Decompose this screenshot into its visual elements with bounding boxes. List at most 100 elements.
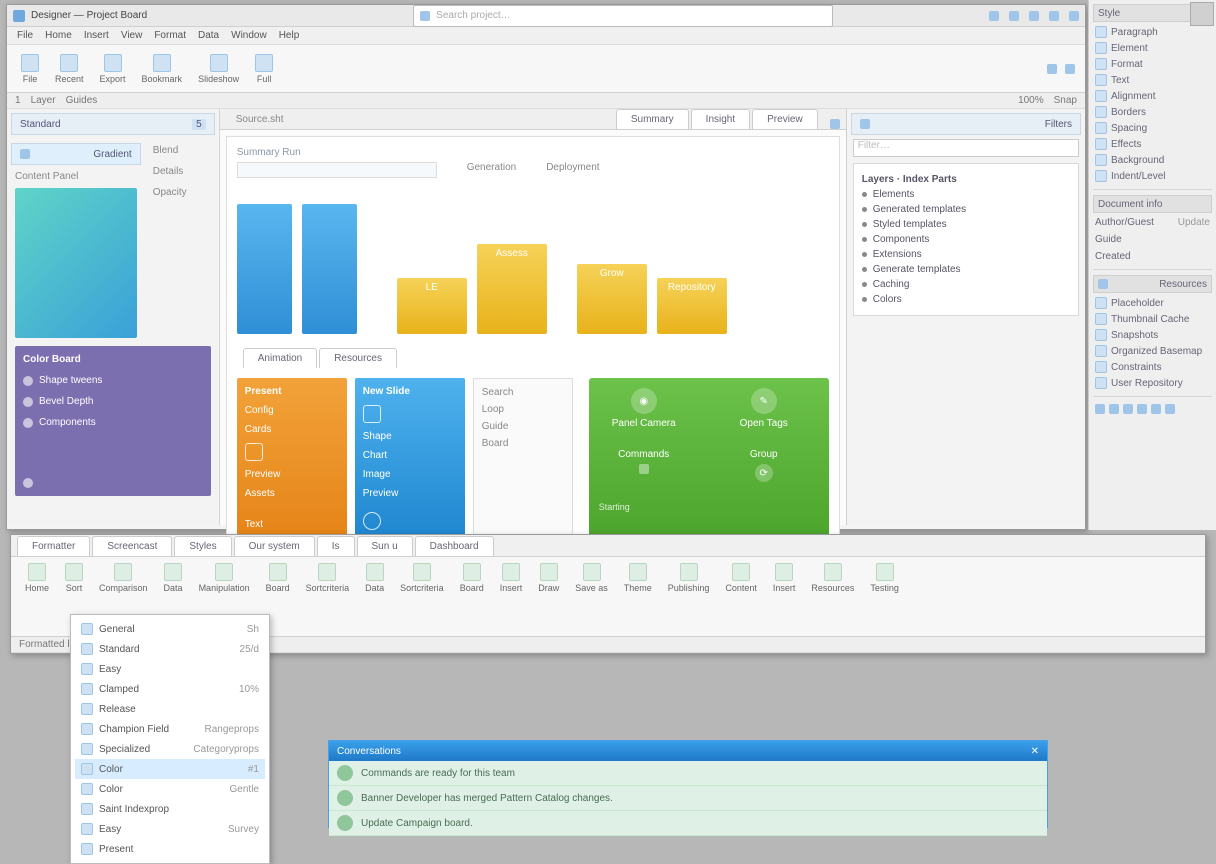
- prop-header-doc[interactable]: Document info: [1093, 195, 1212, 213]
- prop-header-res[interactable]: Resources: [1093, 275, 1212, 293]
- bottom-ribbon-item[interactable]: Data: [361, 561, 388, 595]
- bottom-ribbon-item[interactable]: Sortcriteria: [302, 561, 354, 595]
- prop-res-item[interactable]: Constraints: [1093, 359, 1212, 375]
- tab-summary[interactable]: Summary: [616, 109, 689, 129]
- prop-tool-icon[interactable]: [1095, 404, 1105, 414]
- tree-item[interactable]: Elements: [862, 187, 1070, 202]
- menu-item[interactable]: Champion FieldRangeprops: [75, 719, 265, 739]
- menu-item[interactable]: Clamped10%: [75, 679, 265, 699]
- tree-item[interactable]: Colors: [862, 292, 1070, 307]
- or-item-1[interactable]: Cards: [245, 424, 339, 435]
- gradient-swatch[interactable]: [15, 188, 137, 338]
- globe-icon[interactable]: [1009, 11, 1019, 21]
- bar-1[interactable]: [302, 204, 357, 334]
- ribbon-recent[interactable]: Recent: [51, 52, 88, 86]
- bottom-ribbon-item[interactable]: Sort: [61, 561, 87, 595]
- bt-tab[interactable]: Styles: [174, 536, 231, 556]
- tree-item[interactable]: Caching: [862, 277, 1070, 292]
- prop-tool-icon[interactable]: [1109, 404, 1119, 414]
- bt-tab[interactable]: Formatter: [17, 536, 90, 556]
- bottom-ribbon-item[interactable]: Sortcriteria: [396, 561, 448, 595]
- menu-home[interactable]: Home: [45, 30, 72, 41]
- grey-3[interactable]: Board: [482, 438, 564, 449]
- gc-1[interactable]: ✎Open Tags: [719, 388, 809, 429]
- bottom-ribbon-item[interactable]: Insert: [496, 561, 527, 595]
- tree-item[interactable]: Extensions: [862, 247, 1070, 262]
- maximize-icon[interactable]: [1069, 11, 1079, 21]
- tab-preview[interactable]: Preview: [752, 109, 818, 129]
- bottom-ribbon-item[interactable]: Content: [721, 561, 761, 595]
- more-icon[interactable]: [23, 478, 33, 488]
- bottom-ribbon-item[interactable]: Board: [262, 561, 294, 595]
- tab-add-icon[interactable]: [830, 119, 840, 129]
- gc-2[interactable]: Commands: [599, 449, 689, 482]
- bt-tab[interactable]: Our system: [234, 536, 315, 556]
- or-item-2[interactable]: Preview: [245, 469, 339, 480]
- purple-row-0[interactable]: Shape tweens: [23, 375, 203, 386]
- prop-item[interactable]: Background: [1093, 152, 1212, 168]
- chat-message[interactable]: Update Campaign board.: [329, 811, 1047, 836]
- purple-row-1[interactable]: Bevel Depth: [23, 396, 203, 407]
- bottom-ribbon-item[interactable]: Publishing: [664, 561, 714, 595]
- menu-data[interactable]: Data: [198, 30, 219, 41]
- or-item-0[interactable]: Config: [245, 405, 339, 416]
- grey-1[interactable]: Loop: [482, 404, 564, 415]
- bottom-ribbon-item[interactable]: Comparison: [95, 561, 152, 595]
- chat-message[interactable]: Commands are ready for this team: [329, 761, 1047, 786]
- menu-item[interactable]: Release: [75, 699, 265, 719]
- or-item-4[interactable]: Text: [245, 519, 339, 530]
- bottom-ribbon-item[interactable]: Testing: [866, 561, 903, 595]
- bl-item-1[interactable]: Chart: [363, 450, 457, 461]
- tab-insight[interactable]: Insight: [691, 109, 750, 129]
- bt-tab[interactable]: Is: [317, 536, 355, 556]
- mini-details[interactable]: Details: [153, 166, 215, 177]
- bottom-ribbon-item[interactable]: Draw: [534, 561, 563, 595]
- menu-item[interactable]: Easy: [75, 659, 265, 679]
- user-icon[interactable]: [989, 11, 999, 21]
- path-input[interactable]: [237, 162, 437, 178]
- prop-tool-icon[interactable]: [1151, 404, 1161, 414]
- swatch-header[interactable]: Gradient: [11, 143, 141, 165]
- bt-tab[interactable]: Screencast: [92, 536, 172, 556]
- gc-0[interactable]: ◉Panel Camera: [599, 388, 689, 429]
- prop-item[interactable]: Element: [1093, 40, 1212, 56]
- prop-res-item[interactable]: Organized Basemap: [1093, 343, 1212, 359]
- prop-res-item[interactable]: Snapshots: [1093, 327, 1212, 343]
- purple-row-2[interactable]: Components: [23, 417, 203, 428]
- chat-message[interactable]: Banner Developer has merged Pattern Cata…: [329, 786, 1047, 811]
- menu-item[interactable]: Present: [75, 839, 265, 859]
- prop-item[interactable]: Alignment: [1093, 88, 1212, 104]
- bottom-ribbon-item[interactable]: Home: [21, 561, 53, 595]
- ribbon-file[interactable]: File: [17, 52, 43, 86]
- menu-format[interactable]: Format: [154, 30, 186, 41]
- comment-icon[interactable]: [1029, 11, 1039, 21]
- tree-item[interactable]: Generate templates: [862, 262, 1070, 277]
- or-item-3[interactable]: Assets: [245, 488, 339, 499]
- menu-item[interactable]: Saint Indexprop: [75, 799, 265, 819]
- prop-item[interactable]: Spacing: [1093, 120, 1212, 136]
- prop-res-item[interactable]: Placeholder: [1093, 295, 1212, 311]
- menu-insert[interactable]: Insert: [84, 30, 109, 41]
- prop-item[interactable]: Text: [1093, 72, 1212, 88]
- prop-item[interactable]: Format: [1093, 56, 1212, 72]
- tree-item[interactable]: Generated templates: [862, 202, 1070, 217]
- ribbon-help-icon[interactable]: [1065, 64, 1075, 74]
- prop-tool-icon[interactable]: [1123, 404, 1133, 414]
- lower-tab-anim[interactable]: Animation: [243, 348, 317, 368]
- bottom-ribbon-item[interactable]: Manipulation: [195, 561, 254, 595]
- tree-header[interactable]: Filters: [851, 113, 1081, 135]
- search-input[interactable]: Search project…: [413, 5, 833, 27]
- menu-item[interactable]: Color#1: [75, 759, 265, 779]
- menu-item[interactable]: ColorGentle: [75, 779, 265, 799]
- prop-res-item[interactable]: Thumbnail Cache: [1093, 311, 1212, 327]
- chat-titlebar[interactable]: Conversations ✕: [329, 741, 1047, 761]
- minimize-icon[interactable]: [1049, 11, 1059, 21]
- bt-tab[interactable]: Sun u: [357, 536, 413, 556]
- bar-0[interactable]: [237, 204, 292, 334]
- ribbon-gear-icon[interactable]: [1047, 64, 1057, 74]
- bottom-ribbon-item[interactable]: Insert: [769, 561, 800, 595]
- menu-item[interactable]: EasySurvey: [75, 819, 265, 839]
- ribbon-full[interactable]: Full: [251, 52, 277, 86]
- tree-search[interactable]: Filter…: [853, 139, 1079, 157]
- prop-tool-icon[interactable]: [1165, 404, 1175, 414]
